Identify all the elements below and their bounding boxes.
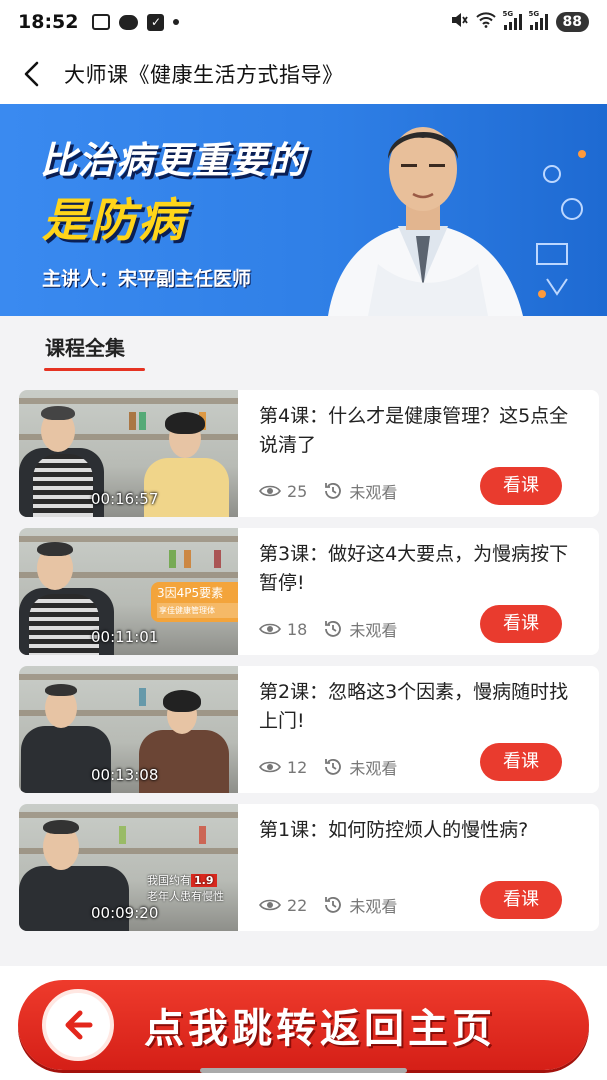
history-clock-icon — [325, 483, 342, 499]
mute-icon — [450, 12, 468, 32]
status-time: 18:52 — [18, 11, 79, 33]
lesson-title[interactable]: 第3课：做好这4大要点，为慢病按下暂停! — [259, 540, 587, 598]
signal-icon-1: 5G — [503, 10, 522, 30]
tab-all-lessons[interactable]: 课程全集 — [45, 332, 125, 361]
lesson-meta: 18 未观看 — [259, 617, 397, 641]
tab-indicator — [44, 368, 145, 371]
watch-lesson-button[interactable]: 看课 — [480, 881, 562, 919]
lesson-meta: 25 未观看 — [259, 479, 397, 503]
lesson-item[interactable]: 3因4P5要素 享佳健康管理体 00:11:01 第3课：做好这4大要点，为慢病… — [19, 528, 599, 655]
banner-subheadline: 是防病 — [42, 193, 186, 247]
return-home-label: 点我跳转返回主页 — [144, 1006, 496, 1052]
signal-label-2: 5G — [528, 10, 540, 18]
watch-lesson-button[interactable]: 看课 — [480, 467, 562, 505]
lesson-watch-status: 未观看 — [349, 759, 398, 778]
lesson-watch-status: 未观看 — [349, 483, 398, 502]
message-icon — [119, 14, 139, 30]
caption-highlight: 1.9 — [191, 874, 217, 887]
lesson-views: 18 — [287, 619, 308, 639]
signal-icon-2: 5G — [529, 10, 548, 30]
back-button[interactable] — [0, 44, 64, 104]
lesson-duration: 00:16:57 — [91, 490, 159, 508]
lesson-duration: 00:11:01 — [91, 628, 159, 646]
eye-icon — [259, 485, 281, 497]
caption-text-c: 老年人患有慢性 — [147, 890, 224, 903]
chevron-left-icon — [24, 61, 39, 87]
checkbox-notification-icon: ✓ — [147, 13, 165, 31]
lesson-thumbnail[interactable]: 00:13:08 — [19, 666, 238, 793]
thumbnail-overlay-text: 3因4P5要素 — [157, 586, 224, 600]
signal-label-1: 5G — [502, 10, 514, 18]
caption-text-a: 我国约有 — [147, 874, 191, 887]
thumbnail-caption: 我国约有 1.9 老年人患有慢性 — [147, 872, 224, 904]
thumbnail-overlay-subtext: 享佳健康管理体 — [157, 603, 238, 618]
banner-headline: 比治病更重要的 — [40, 139, 306, 182]
lesson-title[interactable]: 第2课：忽略这3个因素，慢病随时找上门! — [259, 678, 587, 736]
lesson-duration: 00:09:20 — [91, 904, 159, 922]
lesson-views: 22 — [287, 895, 308, 915]
lesson-item[interactable]: 我国约有 1.9 老年人患有慢性 00:09:20 第1课：如何防控烦人的慢性病?… — [19, 804, 599, 931]
history-clock-icon — [325, 621, 342, 637]
watch-lesson-button[interactable]: 看课 — [480, 743, 562, 781]
wifi-icon — [475, 12, 496, 32]
battery-indicator: 88 — [555, 12, 589, 32]
lesson-thumbnail[interactable]: 3因4P5要素 享佳健康管理体 00:11:01 — [19, 528, 238, 655]
decorative-icons — [536, 150, 586, 298]
watch-lesson-button[interactable]: 看课 — [480, 605, 562, 643]
bottom-bar: 点我跳转返回主页 — [0, 966, 607, 1080]
lesson-title[interactable]: 第1课：如何防控烦人的慢性病? — [259, 816, 587, 845]
lesson-meta: 12 未观看 — [259, 755, 397, 779]
thumbnail-overlay-label: 3因4P5要素 享佳健康管理体 — [151, 582, 238, 622]
course-banner: 比治病更重要的 是防病 主讲人：宋平副主任医师 — [0, 104, 607, 316]
screenshot-icon — [92, 14, 111, 30]
lesson-item[interactable]: 00:16:57 第4课：什么才是健康管理？这5点全说清了 25 未观看 看课 — [19, 390, 599, 517]
eye-icon — [259, 899, 281, 911]
status-bar: 18:52 ✓ 5G 5G 88 — [0, 0, 607, 44]
lesson-views: 12 — [287, 757, 308, 777]
history-clock-icon — [325, 897, 342, 913]
lesson-meta: 22 未观看 — [259, 893, 397, 917]
eye-icon — [259, 623, 281, 635]
dot-icon — [173, 19, 180, 25]
lesson-item[interactable]: 00:13:08 第2课：忽略这3个因素，慢病随时找上门! 12 未观看 看课 — [19, 666, 599, 793]
lesson-views: 25 — [287, 481, 308, 501]
lesson-thumbnail[interactable]: 00:16:57 — [19, 390, 238, 517]
return-home-button[interactable]: 点我跳转返回主页 — [18, 980, 589, 1070]
lesson-thumbnail[interactable]: 我国约有 1.9 老年人患有慢性 00:09:20 — [19, 804, 238, 931]
arrow-left-circle-icon — [42, 989, 114, 1061]
gesture-navigation-bar[interactable] — [200, 1068, 407, 1073]
lesson-watch-status: 未观看 — [349, 621, 398, 640]
doctor-portrait-image — [328, 127, 523, 316]
history-clock-icon — [325, 759, 342, 775]
lesson-duration: 00:13:08 — [91, 766, 159, 784]
app-header: 大师课《健康生活方式指导》 — [0, 44, 607, 104]
eye-icon — [259, 761, 281, 773]
lesson-title[interactable]: 第4课：什么才是健康管理？这5点全说清了 — [259, 402, 587, 460]
tab-bar: 课程全集 — [0, 316, 607, 380]
page-title: 大师课《健康生活方式指导》 — [64, 63, 344, 87]
banner-speaker: 主讲人：宋平副主任医师 — [42, 268, 252, 290]
lesson-watch-status: 未观看 — [349, 897, 398, 916]
